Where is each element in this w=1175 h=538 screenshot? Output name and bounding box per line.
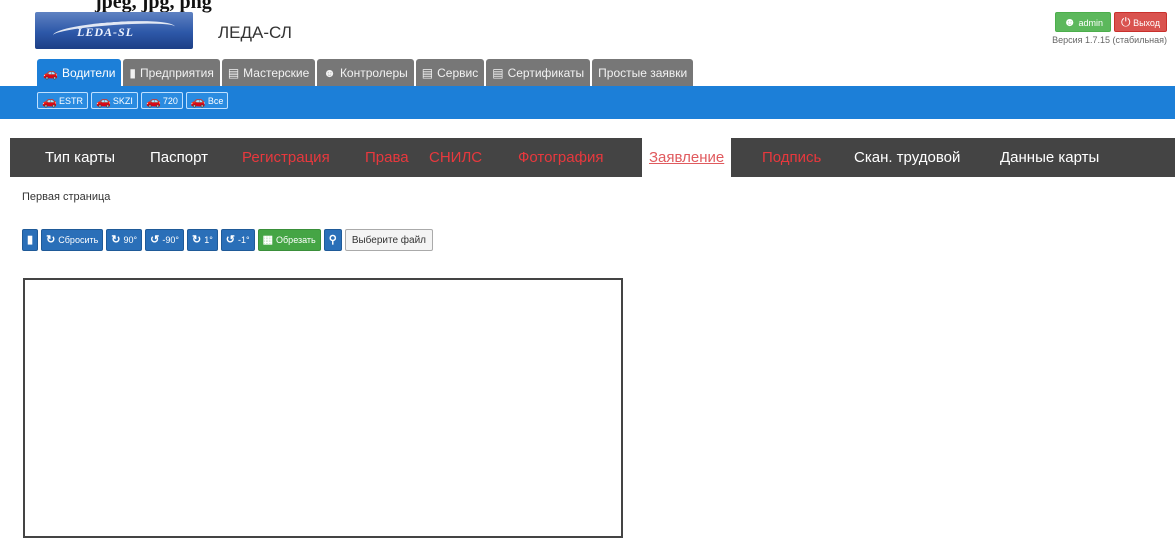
rotate-ccw-90-label: -90° bbox=[162, 235, 179, 245]
tab-enterprises[interactable]: ▮ Предприятия bbox=[123, 59, 220, 86]
leda-logo[interactable]: LEDA-SL bbox=[35, 12, 193, 49]
step-application[interactable]: Заявление bbox=[642, 138, 732, 177]
rotate-cw-icon: ↻ bbox=[191, 233, 202, 246]
rotate-cw-icon: ↻ bbox=[111, 233, 121, 246]
subtab-skzi[interactable]: 🚗 SKZI bbox=[90, 92, 138, 109]
building-icon: ▮ bbox=[129, 65, 137, 80]
refresh-icon: ↻ bbox=[46, 233, 56, 246]
version-text: Версия 1.7.15 (стабильная) bbox=[1052, 35, 1167, 45]
rotate-ccw-1-button[interactable]: ↺ -1° bbox=[220, 229, 255, 251]
step-signature[interactable]: Подпись bbox=[762, 138, 821, 177]
rotate-ccw-1-label: -1° bbox=[238, 235, 250, 245]
admin-button[interactable]: ☻ admin bbox=[1055, 12, 1112, 32]
user-area: ☻ admin ⏻ Выход Версия 1.7.15 (стабильна… bbox=[1052, 12, 1167, 45]
tab-label: Контролеры bbox=[339, 65, 408, 80]
tab-controllers[interactable]: ☻ Контролеры bbox=[317, 59, 414, 86]
exit-button[interactable]: ⏻ Выход bbox=[1114, 12, 1167, 32]
car-icon: 🚗 bbox=[42, 93, 57, 108]
search-icon: ⚲ bbox=[328, 233, 337, 246]
tab-label: Водители bbox=[61, 65, 116, 80]
tab-workshops[interactable]: ▤ Мастерские bbox=[221, 59, 316, 86]
step-passport[interactable]: Паспорт bbox=[150, 138, 208, 177]
exit-label: Выход bbox=[1133, 18, 1160, 28]
image-toolbar: ▮ ↻ Сбросить ↻ 90° ↺ -90° ↻ 1° ↺ -1° ▦ О… bbox=[22, 229, 434, 251]
subtab-720[interactable]: 🚗 720 bbox=[140, 92, 183, 109]
rotate-cw-1-label: 1° bbox=[204, 235, 213, 245]
tab-certificates[interactable]: ▤ Сертификаты bbox=[486, 59, 591, 86]
subtab-label: Все bbox=[207, 95, 224, 106]
trash-icon: ▮ bbox=[27, 233, 34, 246]
rotate-cw-90-label: 90° bbox=[123, 235, 138, 245]
choose-file-button[interactable]: Выберите файл bbox=[344, 229, 434, 251]
crop-icon: ▦ bbox=[262, 233, 274, 246]
rotate-ccw-90-button[interactable]: ↺ -90° bbox=[145, 229, 184, 251]
controller-icon: ☻ bbox=[323, 65, 336, 80]
card-steps-bar: Тип карты Паспорт Регистрация Права СНИЛ… bbox=[10, 138, 1175, 177]
crop-button[interactable]: ▦ Обрезать bbox=[257, 229, 321, 251]
step-license[interactable]: Права bbox=[365, 138, 409, 177]
subtab-label: SKZI bbox=[112, 95, 133, 106]
page-label: Первая страница bbox=[22, 191, 111, 203]
certificate-icon: ▤ bbox=[492, 65, 504, 80]
step-photo[interactable]: Фотография bbox=[518, 138, 603, 177]
logo-text: LEDA-SL bbox=[77, 25, 135, 39]
service-icon: ▤ bbox=[421, 65, 434, 80]
workshop-icon: ▤ bbox=[227, 65, 240, 80]
tab-simple-requests[interactable]: Простые заявки bbox=[592, 59, 694, 86]
user-icon: ☻ bbox=[1063, 15, 1077, 29]
app-title: ЛЕДА-СЛ bbox=[218, 23, 292, 42]
car-icon: 🚗 bbox=[145, 93, 161, 108]
tab-label: Сервис bbox=[437, 65, 479, 80]
rotate-ccw-icon: ↺ bbox=[225, 233, 236, 246]
step-card-type[interactable]: Тип карты bbox=[45, 138, 115, 177]
delete-button[interactable]: ▮ bbox=[22, 229, 39, 251]
step-work-book-scan[interactable]: Скан. трудовой bbox=[854, 138, 960, 177]
step-registration[interactable]: Регистрация bbox=[242, 138, 330, 177]
crop-label: Обрезать bbox=[276, 235, 316, 245]
reset-button[interactable]: ↻ Сбросить bbox=[41, 229, 104, 251]
admin-label: admin bbox=[1078, 18, 1104, 28]
reset-label: Сбросить bbox=[58, 235, 99, 245]
tab-service[interactable]: ▤ Сервис bbox=[415, 59, 485, 86]
tab-label: Предприятия bbox=[140, 65, 214, 80]
tab-label: Мастерские bbox=[243, 65, 310, 80]
subtab-estr[interactable]: 🚗 ESTR bbox=[37, 92, 88, 109]
main-tabs: 🚗 Водители ▮ Предприятия ▤ Мастерские ☻ … bbox=[37, 59, 695, 86]
sub-nav-bar: 🚗 ESTR 🚗 SKZI 🚗 720 🚗 Все bbox=[0, 86, 1175, 119]
image-canvas[interactable] bbox=[23, 278, 623, 538]
rotate-ccw-icon: ↺ bbox=[150, 233, 160, 246]
step-snils[interactable]: СНИЛС bbox=[429, 138, 482, 177]
zoom-button[interactable]: ⚲ bbox=[323, 229, 342, 251]
subtab-label: 720 bbox=[162, 95, 178, 106]
car-icon: 🚗 bbox=[43, 65, 58, 80]
car-icon: 🚗 bbox=[190, 93, 206, 108]
rotate-cw-1-button[interactable]: ↻ 1° bbox=[186, 229, 218, 251]
car-icon: 🚗 bbox=[95, 93, 111, 108]
tab-label: Простые заявки bbox=[598, 65, 688, 80]
tab-drivers[interactable]: 🚗 Водители bbox=[37, 59, 122, 86]
step-card-data[interactable]: Данные карты bbox=[1000, 138, 1099, 177]
tab-label: Сертификаты bbox=[507, 65, 585, 80]
subtab-all[interactable]: 🚗 Все bbox=[185, 92, 229, 109]
subtab-label: ESTR bbox=[58, 95, 83, 106]
rotate-cw-90-button[interactable]: ↻ 90° bbox=[106, 229, 143, 251]
power-icon: ⏻ bbox=[1121, 15, 1131, 29]
